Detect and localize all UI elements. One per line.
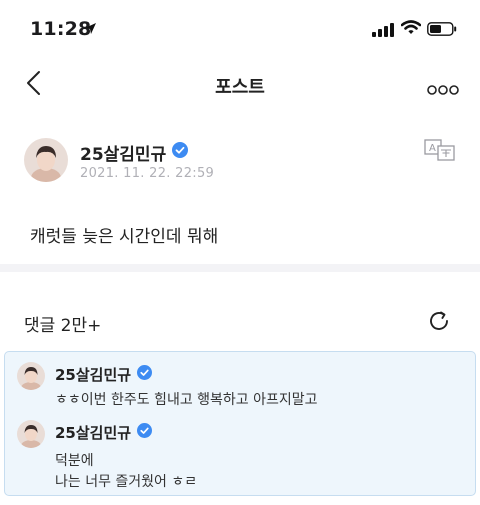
- comment-text: ㅎㅎ이번 한주도 힘내고 행복하고 아프지말고: [55, 392, 318, 408]
- refresh-icon[interactable]: [427, 309, 451, 337]
- verified-badge-icon: [137, 365, 153, 384]
- more-options-button[interactable]: [427, 80, 459, 99]
- wifi-icon: [400, 20, 422, 39]
- comment-author[interactable]: 25살김민규: [55, 422, 153, 443]
- post-date: 2021. 11. 22. 22:59: [80, 166, 215, 181]
- post-author-name: 25살김민규: [80, 145, 167, 165]
- post-text: 캐럿들 늦은 시간인데 뭐해: [30, 227, 219, 247]
- section-divider: [0, 264, 480, 272]
- status-time: 11:28: [30, 18, 92, 40]
- comment-text-line: 나는 너무 즐거웠어 ㅎㄹ: [55, 474, 198, 490]
- location-arrow-icon: [84, 20, 97, 39]
- svg-text:A: A: [429, 143, 436, 154]
- cellular-signal-icon: [372, 22, 394, 41]
- comments-count: 댓글 2만+: [24, 316, 102, 336]
- comment-avatar[interactable]: [17, 362, 45, 390]
- author-avatar[interactable]: [24, 138, 68, 182]
- page-title: 포스트: [215, 77, 265, 98]
- status-bar: 11:28: [0, 0, 480, 58]
- comment-author-name: 25살김민규: [55, 424, 132, 442]
- comment-author[interactable]: 25살김민규: [55, 364, 153, 385]
- highlighted-replies: 25살김민규 ㅎㅎ이번 한주도 힘내고 행복하고 아프지말고 25살김민규 덕분…: [4, 351, 476, 496]
- verified-badge-icon: [172, 142, 189, 163]
- comment-avatar[interactable]: [17, 420, 45, 448]
- navigation-bar: 포스트: [0, 58, 480, 110]
- battery-icon: [427, 21, 457, 40]
- translate-icon[interactable]: A: [424, 139, 456, 165]
- verified-badge-icon: [137, 423, 153, 442]
- comment-author-name: 25살김민규: [55, 366, 132, 384]
- comment-text-line: 덕분에: [55, 453, 94, 469]
- post-author[interactable]: 25살김민규: [80, 140, 189, 165]
